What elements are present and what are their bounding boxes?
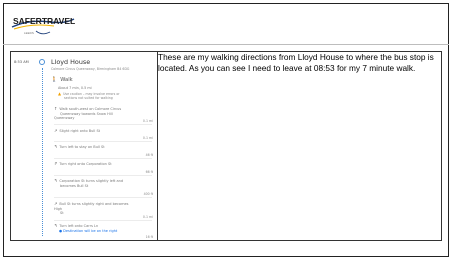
step-6: ↗ Bull St turns slightly right and become…: [54, 201, 134, 216]
step-1: ↑ Walk south-west on Colmore Circus Queens…: [54, 106, 134, 121]
caution-line-2: sections not suited for walking: [64, 96, 113, 100]
header-divider: [3, 44, 449, 45]
logo-word-travel: TRAVEL: [42, 16, 75, 26]
step-7-line-1: Turn left onto Carrs Ln: [59, 224, 99, 228]
step-divider: [54, 141, 152, 142]
step-4-line-1: Turn right onto Corporation St: [59, 162, 112, 166]
step-divider: [54, 124, 152, 125]
svg-text:SAFERTRAVEL: SAFERTRAVEL: [13, 16, 75, 26]
walk-step-icon: ↑: [54, 106, 58, 111]
depart-time: 8:53 AM: [14, 60, 29, 64]
safertravel-logo: SAFERTRAVEL LEEDS: [10, 10, 80, 40]
step-1-distance: 0.1 mi: [142, 119, 153, 123]
slight-right-icon: ↗: [54, 201, 58, 206]
step-divider: [54, 197, 152, 198]
step-6-line-1: Bull St turns slightly right and becomes…: [54, 202, 129, 211]
last-distance: 16 ft: [145, 235, 153, 239]
origin-address: Colmore Circus Queensway, Birmingham B4 …: [51, 67, 130, 71]
walk-label: Walk: [60, 77, 73, 83]
slight-right-icon: ↗: [54, 128, 58, 133]
step-divider: [54, 175, 152, 176]
directions-screenshot: 8:53 AM Lloyd House Colmore Circus Queen…: [11, 52, 157, 240]
step-7: ↰ Turn left onto Carrs Ln: [54, 223, 134, 229]
logo-graphic: SAFERTRAVEL LEEDS: [11, 16, 75, 35]
turn-left-icon: ↰: [54, 178, 58, 183]
caption-cell: These are my walking directions from Llo…: [157, 51, 442, 241]
turn-left-icon: ↰: [54, 144, 58, 149]
logo-tagline: LEEDS: [24, 31, 34, 35]
walk-icon: 🚶: [51, 77, 58, 83]
walk-mode: 🚶 Walk: [51, 77, 73, 83]
step-divider: [54, 220, 152, 221]
turn-left-icon: ↰: [54, 223, 58, 228]
step-4-distance: 66 ft: [145, 170, 153, 174]
step-4: ↱ Turn right onto Corporation St: [54, 161, 134, 167]
step-2-distance: 0.1 mi: [142, 136, 153, 140]
step-5-line-2: becomes Bull St: [60, 183, 89, 188]
destination-text: Destination will be on the right: [63, 229, 118, 233]
step-6-distance: 0.1 mi: [142, 215, 153, 219]
origin-pin-icon: [39, 59, 45, 65]
screenshot-cell: 8:53 AM Lloyd House Colmore Circus Queen…: [10, 51, 158, 241]
step-1-line-1: Walk south-west on Colmore Circus: [59, 107, 122, 111]
turn-right-icon: ↱: [54, 161, 58, 166]
content-table: 8:53 AM Lloyd House Colmore Circus Queen…: [10, 51, 442, 241]
step-3: ↰ Turn left to stay on Bull St: [54, 144, 134, 150]
destination-note: ● Destination will be on the right: [59, 229, 117, 233]
step-1-line-2: Queensway towards Snow Hill Queensway: [54, 111, 113, 121]
logo-word-safer: SAFER: [13, 16, 42, 26]
step-5-distance: 400 ft: [143, 192, 153, 196]
route-timeline: [42, 68, 43, 236]
caption-text: These are my walking directions from Llo…: [158, 52, 434, 73]
step-3-distance: 46 ft: [145, 153, 153, 157]
step-2: ↗ Slight right onto Bull St: [54, 128, 134, 134]
step-divider: [54, 158, 152, 159]
step-5: ↰ Corporation St turns slightly left and b…: [54, 178, 134, 188]
step-3-line-1: Turn left to stay on Bull St: [59, 145, 105, 149]
walk-duration: About 7 min, 0.5 mi: [58, 86, 92, 90]
origin-name: Lloyd House: [51, 58, 91, 66]
caution-notice: ▲ Use caution – may involve errors or sec…: [58, 92, 120, 101]
step-6-line-2: St: [60, 211, 64, 216]
step-5-line-1: Corporation St turns slightly left and: [59, 179, 124, 183]
step-2-line-1: Slight right onto Bull St: [59, 129, 101, 133]
